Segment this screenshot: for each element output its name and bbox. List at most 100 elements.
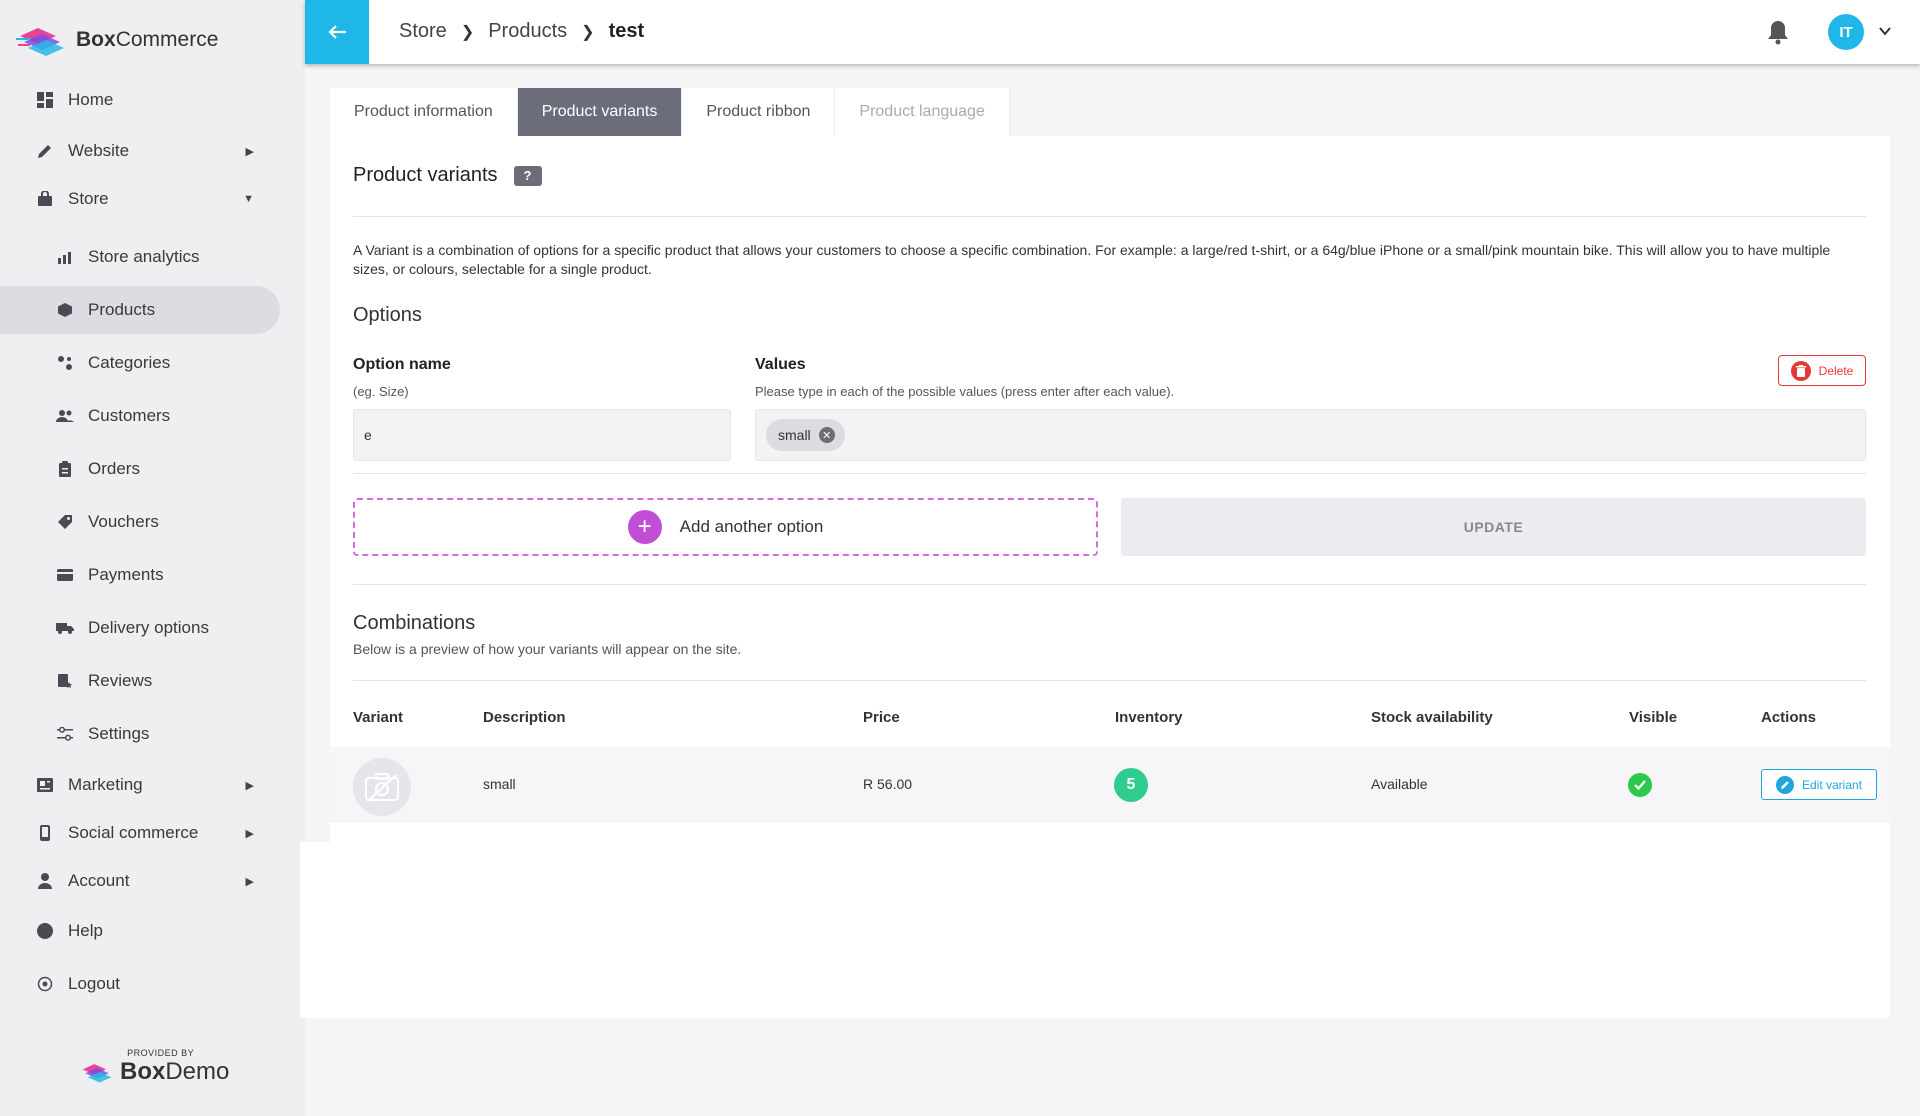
pencil-icon [1775, 775, 1794, 794]
chevron-right-icon: ❯ [581, 23, 595, 41]
sidebar-item-logout[interactable]: Logout [0, 960, 280, 1008]
sidebar-item-help[interactable]: Help [0, 907, 280, 955]
sidebar-item-store-analytics[interactable]: Store analytics [0, 233, 280, 281]
sidebar-item-home[interactable]: Home [0, 76, 280, 124]
table-row [330, 747, 1890, 823]
variants-description: A Variant is a combination of options fo… [353, 242, 1831, 277]
divider [353, 216, 1866, 217]
logo-rest: Commerce [115, 28, 219, 51]
logo-bold: Box [76, 28, 116, 51]
sidebar-item-label: Social commerce [68, 823, 199, 842]
analytics-icon [56, 248, 74, 266]
sidebar-item-orders[interactable]: Orders [0, 445, 280, 493]
option-name-label: Option name [353, 356, 451, 373]
categories-icon [56, 354, 74, 372]
logout-icon [36, 975, 54, 993]
plus-icon: + [627, 510, 662, 544]
delete-option-button[interactable]: Delete [1778, 355, 1866, 386]
provided-by-label: PROVIDED BY [127, 1048, 195, 1058]
bell-icon[interactable] [1766, 19, 1790, 45]
sliders-icon [56, 725, 74, 743]
tab-product-variants[interactable]: Product variants [517, 88, 683, 136]
phone-icon [36, 824, 54, 842]
boxcommerce-logo-icon [16, 28, 64, 56]
boxcommerce-logo[interactable]: BoxCommerce [16, 22, 218, 58]
boxdemo-logo-icon [82, 1064, 112, 1083]
sidebar-item-payments[interactable]: Payments [0, 551, 280, 599]
add-option-label: Add another option [679, 517, 824, 536]
chevron-down-icon[interactable] [1878, 24, 1892, 38]
sidebar-item-label: Store [68, 189, 109, 208]
option-name-hint: (eg. Size) [353, 384, 409, 399]
sidebar-item-settings[interactable]: Settings [0, 710, 280, 758]
sidebar-item-website[interactable]: Website ▶ [0, 127, 280, 175]
delete-label: Delete [1818, 363, 1854, 378]
back-button[interactable] [305, 0, 369, 64]
sidebar-item-reviews[interactable]: Reviews [0, 657, 280, 705]
update-button[interactable]: UPDATE [1121, 498, 1866, 556]
tab-product-language[interactable]: Product language [835, 88, 1010, 136]
sidebar-item-store[interactable]: Store ▼ [0, 175, 280, 223]
people-icon [56, 407, 74, 425]
caret-right-icon: ▶ [245, 779, 254, 792]
sidebar-item-products[interactable]: Products [0, 286, 280, 334]
trash-icon [1790, 360, 1811, 381]
breadcrumb-products[interactable]: Products [488, 20, 567, 43]
card-bottom-extension [300, 842, 1890, 1018]
variant-description: small [483, 776, 516, 792]
help-badge[interactable]: ? [513, 165, 542, 186]
combinations-heading: Combinations [353, 612, 476, 634]
inventory-badge: 5 [1114, 768, 1148, 802]
variants-title: Product variants [353, 164, 498, 186]
tab-product-ribbon[interactable]: Product ribbon [682, 88, 836, 136]
breadcrumb: Store ❯ Products ❯ test [399, 20, 644, 43]
sidebar-item-label: Delivery options [88, 618, 209, 637]
option-name-value: e [364, 427, 372, 443]
newspaper-icon [36, 776, 54, 794]
provider-rest: Demo [165, 1058, 230, 1085]
column-header-price: Price [863, 709, 900, 726]
caret-right-icon: ▶ [245, 145, 254, 158]
tab-product-information[interactable]: Product information [330, 88, 518, 136]
caret-down-icon: ▼ [243, 193, 254, 205]
breadcrumb-store[interactable]: Store [399, 20, 447, 43]
person-icon [36, 872, 54, 890]
sidebar: BoxCommerce Home Website ▶ Store ▼ Store… [0, 0, 305, 1116]
edit-variant-button[interactable]: Edit variant [1761, 769, 1877, 800]
add-another-option-button[interactable]: + Add another option [353, 498, 1098, 556]
sidebar-item-categories[interactable]: Categories [0, 339, 280, 387]
sidebar-item-social-commerce[interactable]: Social commerce ▶ [0, 809, 280, 857]
sidebar-item-account[interactable]: Account ▶ [0, 857, 280, 905]
column-header-variant: Variant [353, 709, 404, 726]
sidebar-item-label: Categories [88, 353, 171, 372]
remove-chip-icon[interactable]: ✕ [818, 427, 835, 443]
sidebar-item-label: Customers [88, 406, 171, 425]
value-chip: small ✕ [766, 419, 845, 451]
help-icon [36, 922, 54, 940]
sidebar-item-label: Vouchers [88, 512, 159, 531]
sidebar-item-customers[interactable]: Customers [0, 392, 280, 440]
values-hint: Please type in each of the possible valu… [755, 384, 1175, 399]
sidebar-item-label: Home [68, 90, 114, 109]
pencil-icon [36, 142, 54, 160]
column-header-stock: Stock availability [1371, 709, 1493, 726]
avatar[interactable]: IT [1828, 14, 1864, 50]
chevron-right-icon: ❯ [460, 23, 475, 41]
caret-right-icon: ▶ [245, 875, 254, 888]
column-header-inventory: Inventory [1115, 709, 1183, 726]
provider-bold: Box [120, 1058, 166, 1085]
bag-icon [36, 190, 54, 208]
top-bar: Store ❯ Products ❯ test IT [305, 0, 1920, 64]
page-title: Product variants ? [353, 164, 542, 187]
values-input[interactable]: small ✕ [755, 409, 1866, 461]
sidebar-item-vouchers[interactable]: Vouchers [0, 498, 280, 546]
value-chip-label: small [778, 427, 811, 443]
sidebar-item-delivery-options[interactable]: Delivery options [0, 604, 280, 652]
provided-by: PROVIDED BY BoxDemo [80, 1048, 229, 1086]
sidebar-item-label: Help [68, 921, 103, 940]
variant-price: R 56.00 [863, 776, 913, 792]
product-tabs: Product information Product variants Pro… [330, 88, 1010, 136]
sidebar-item-marketing[interactable]: Marketing ▶ [0, 761, 280, 809]
option-name-input[interactable]: e [353, 409, 731, 461]
sidebar-item-label: Logout [68, 974, 120, 993]
